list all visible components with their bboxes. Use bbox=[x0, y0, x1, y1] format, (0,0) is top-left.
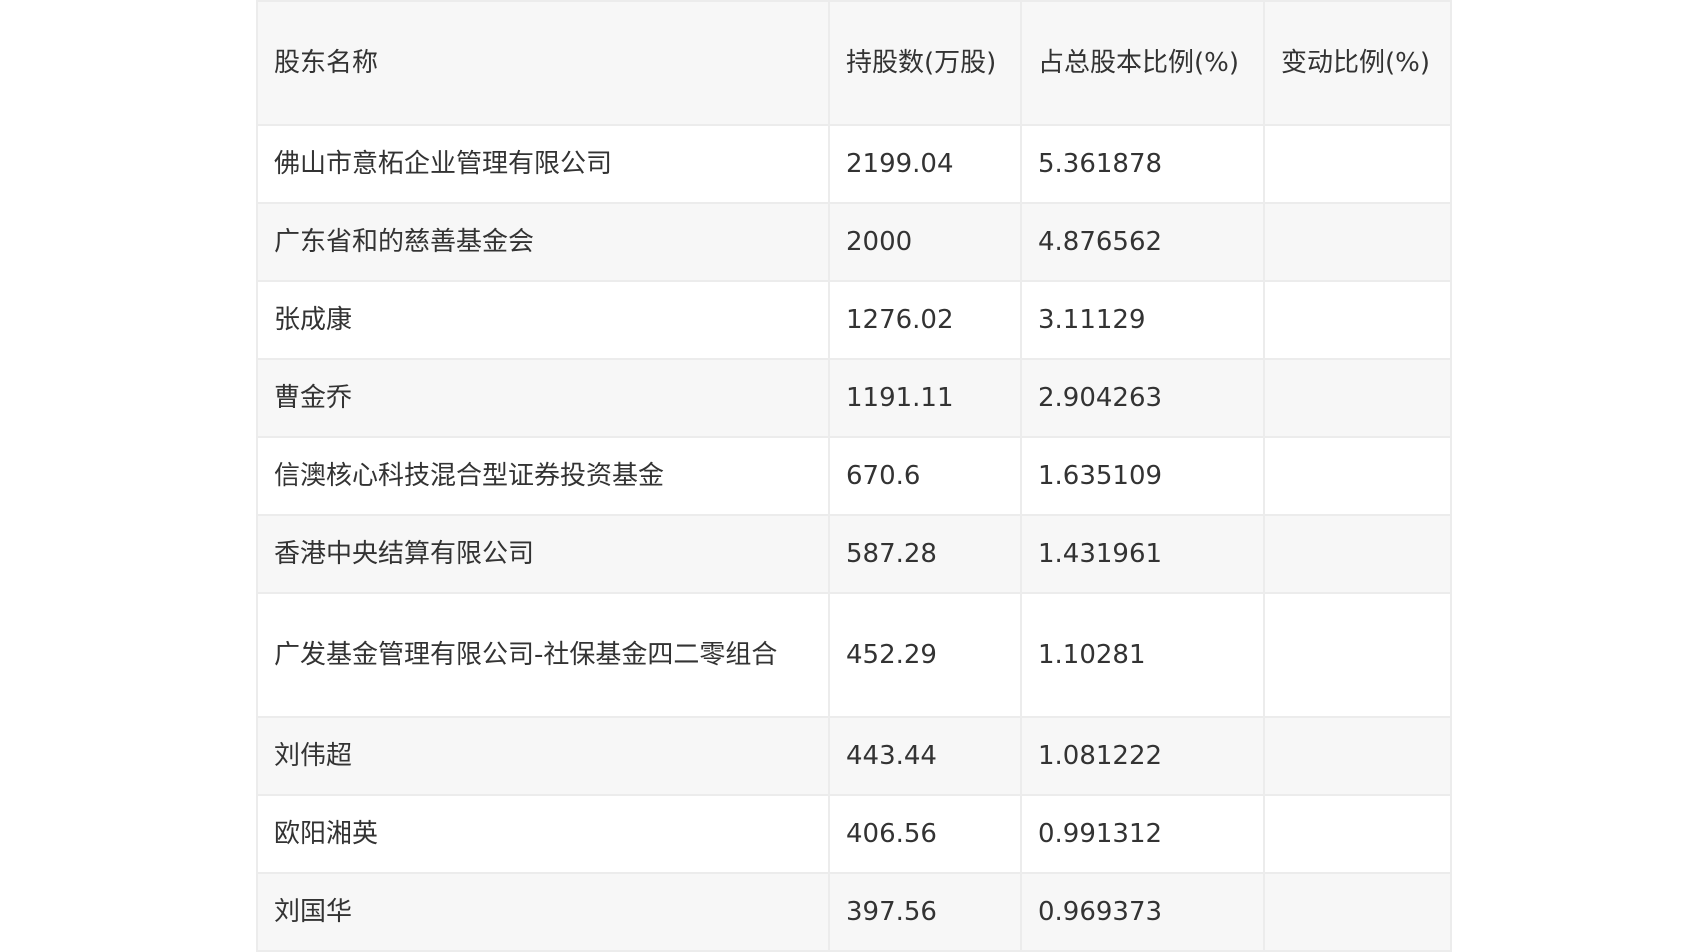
cell-change-ratio bbox=[1263, 716, 1452, 796]
table-header-row: 股东名称 持股数(万股) 占总股本比例(%) 变动比例(%) bbox=[256, 0, 1452, 126]
cell-change-ratio bbox=[1263, 872, 1452, 952]
cell-shares-held: 397.56 bbox=[828, 872, 1022, 952]
cell-shareholder-name: 曹金乔 bbox=[256, 358, 830, 438]
cell-shares-held: 452.29 bbox=[828, 592, 1022, 718]
cell-change-ratio bbox=[1263, 124, 1452, 204]
cell-change-ratio bbox=[1263, 794, 1452, 874]
cell-shares-held: 443.44 bbox=[828, 716, 1022, 796]
cell-shareholder-name: 张成康 bbox=[256, 280, 830, 360]
table-row: 香港中央结算有限公司 587.28 1.431961 bbox=[256, 514, 1452, 594]
cell-shareholder-name: 信澳核心科技混合型证券投资基金 bbox=[256, 436, 830, 516]
table-body: 股东名称 持股数(万股) 占总股本比例(%) 变动比例(%) 佛山市意柘企业管理… bbox=[256, 0, 1452, 952]
cell-share-ratio: 4.876562 bbox=[1020, 202, 1265, 282]
table-row: 信澳核心科技混合型证券投资基金 670.6 1.635109 bbox=[256, 436, 1452, 516]
table-row: 刘伟超 443.44 1.081222 bbox=[256, 716, 1452, 796]
cell-change-ratio bbox=[1263, 358, 1452, 438]
table-row: 佛山市意柘企业管理有限公司 2199.04 5.361878 bbox=[256, 124, 1452, 204]
cell-share-ratio: 5.361878 bbox=[1020, 124, 1265, 204]
cell-share-ratio: 2.904263 bbox=[1020, 358, 1265, 438]
cell-share-ratio: 3.11129 bbox=[1020, 280, 1265, 360]
cell-shares-held: 670.6 bbox=[828, 436, 1022, 516]
header-shares-held: 持股数(万股) bbox=[828, 0, 1022, 126]
table-row: 欧阳湘英 406.56 0.991312 bbox=[256, 794, 1452, 874]
cell-change-ratio bbox=[1263, 592, 1452, 718]
cell-shareholder-name: 刘伟超 bbox=[256, 716, 830, 796]
cell-share-ratio: 1.635109 bbox=[1020, 436, 1265, 516]
cell-shareholder-name: 欧阳湘英 bbox=[256, 794, 830, 874]
cell-shares-held: 406.56 bbox=[828, 794, 1022, 874]
header-change-ratio: 变动比例(%) bbox=[1263, 0, 1452, 126]
header-share-ratio: 占总股本比例(%) bbox=[1020, 0, 1265, 126]
cell-change-ratio bbox=[1263, 280, 1452, 360]
cell-change-ratio bbox=[1263, 436, 1452, 516]
cell-share-ratio: 1.431961 bbox=[1020, 514, 1265, 594]
cell-share-ratio: 0.991312 bbox=[1020, 794, 1265, 874]
cell-share-ratio: 1.081222 bbox=[1020, 716, 1265, 796]
table-row: 刘国华 397.56 0.969373 bbox=[256, 872, 1452, 952]
table-row: 广发基金管理有限公司-社保基金四二零组合 452.29 1.10281 bbox=[256, 592, 1452, 718]
cell-share-ratio: 0.969373 bbox=[1020, 872, 1265, 952]
cell-shares-held: 2000 bbox=[828, 202, 1022, 282]
table-row: 张成康 1276.02 3.11129 bbox=[256, 280, 1452, 360]
cell-change-ratio bbox=[1263, 514, 1452, 594]
cell-shareholder-name: 广发基金管理有限公司-社保基金四二零组合 bbox=[256, 592, 830, 718]
cell-shares-held: 587.28 bbox=[828, 514, 1022, 594]
cell-shares-held: 1191.11 bbox=[828, 358, 1022, 438]
shareholders-table-container: 股东名称 持股数(万股) 占总股本比例(%) 变动比例(%) 佛山市意柘企业管理… bbox=[256, 0, 1452, 952]
shareholders-table: 股东名称 持股数(万股) 占总股本比例(%) 变动比例(%) 佛山市意柘企业管理… bbox=[256, 0, 1452, 952]
table-row: 广东省和的慈善基金会 2000 4.876562 bbox=[256, 202, 1452, 282]
cell-shareholder-name: 广东省和的慈善基金会 bbox=[256, 202, 830, 282]
cell-share-ratio: 1.10281 bbox=[1020, 592, 1265, 718]
header-shareholder-name: 股东名称 bbox=[256, 0, 830, 126]
cell-shareholder-name: 佛山市意柘企业管理有限公司 bbox=[256, 124, 830, 204]
cell-shareholder-name: 香港中央结算有限公司 bbox=[256, 514, 830, 594]
table-row: 曹金乔 1191.11 2.904263 bbox=[256, 358, 1452, 438]
cell-shares-held: 2199.04 bbox=[828, 124, 1022, 204]
cell-shareholder-name: 刘国华 bbox=[256, 872, 830, 952]
cell-change-ratio bbox=[1263, 202, 1452, 282]
cell-shares-held: 1276.02 bbox=[828, 280, 1022, 360]
